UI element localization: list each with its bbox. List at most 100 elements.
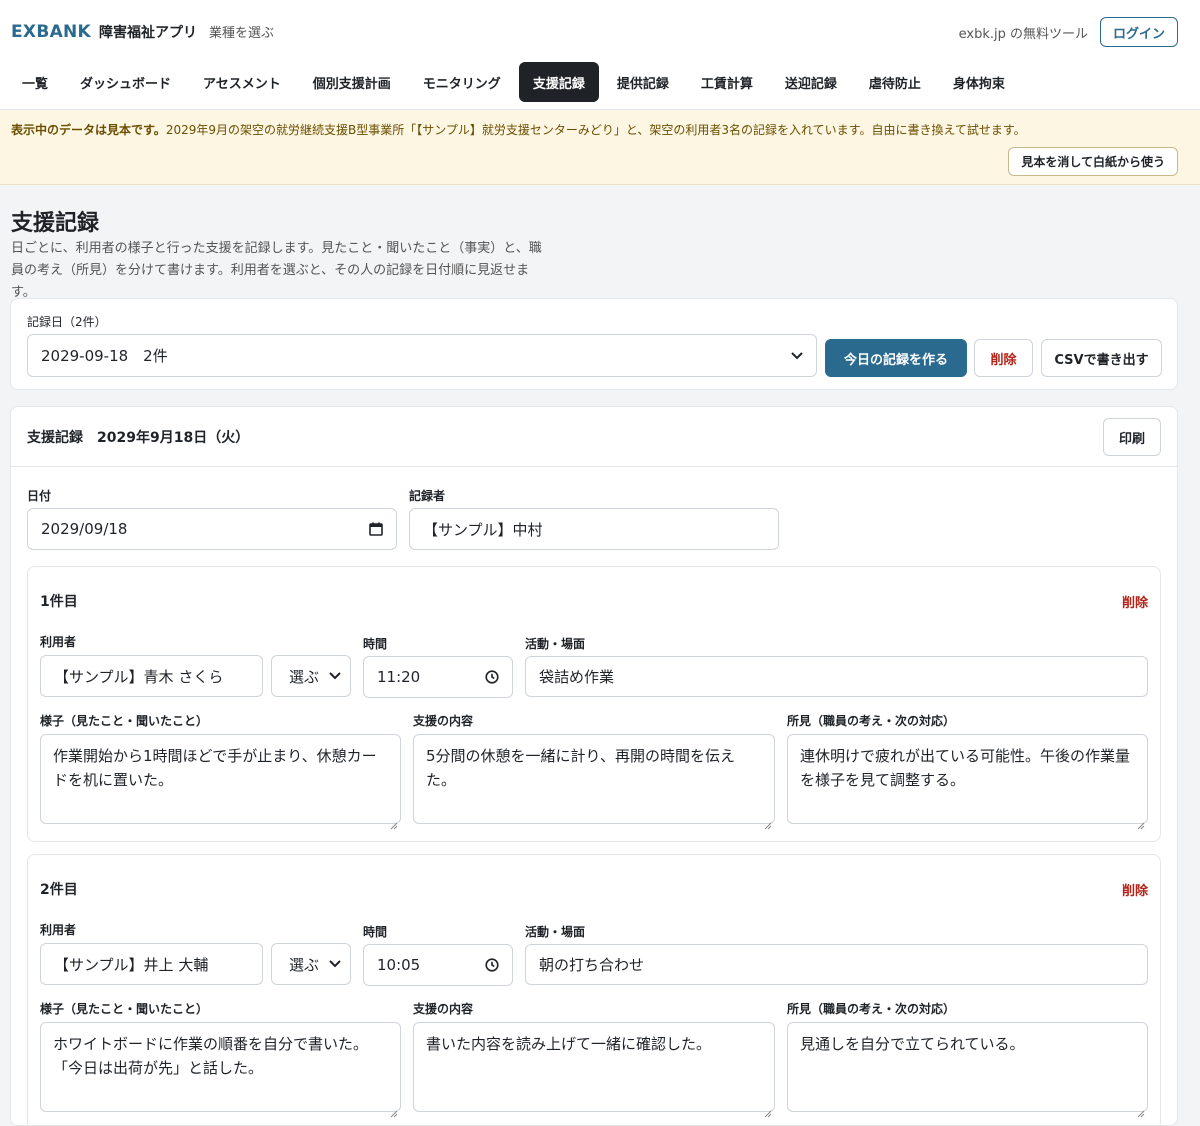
- delete-entry-button[interactable]: 削除: [1122, 880, 1148, 899]
- resize-handle-icon[interactable]: [764, 813, 772, 830]
- state-textarea[interactable]: ホワイトボードに作業の順番を自分で書いた。「今日は出荷が先」と話した。: [40, 1022, 401, 1118]
- user-input[interactable]: 【サンプル】青木 さくら: [40, 655, 263, 697]
- record-entry: 2件目 削除 利用者 【サンプル】井上 大輔 選ぶ 時間 10:05 活動・場面…: [27, 854, 1161, 1125]
- tool-text: exbk.jp の無料ツール: [958, 26, 1088, 42]
- state-text: ホワイトボードに作業の順番を自分で書いた。「今日は出荷が先」と話した。: [53, 1035, 369, 1077]
- resize-handle-icon[interactable]: [390, 813, 398, 830]
- nav-item-7[interactable]: 工賃計算: [687, 62, 767, 102]
- recorder-label: 記録者: [409, 489, 446, 503]
- clear-sample-button[interactable]: 見本を消して白紙から使う: [1008, 147, 1178, 176]
- activity-label: 活動・場面: [525, 637, 586, 651]
- nav-item-8[interactable]: 送迎記録: [771, 62, 851, 102]
- support-textarea[interactable]: 書いた内容を読み上げて一緒に確認した。: [413, 1022, 775, 1118]
- activity-label: 活動・場面: [525, 925, 586, 939]
- choose-user-value: 選ぶ: [289, 955, 320, 974]
- record-date-card: 記録日（2件） 2029-09-18 2件 今日の記録を作る 削除 CSVで書き…: [10, 298, 1178, 390]
- record-date-select-value: 2029-09-18 2件: [41, 347, 168, 365]
- brand-row: EXBANK 障害福祉アプリ 業種を選ぶ: [11, 22, 274, 42]
- opinion-label: 所見（職員の考え・次の対応）: [787, 714, 956, 728]
- opinion-textarea[interactable]: 連休明けで疲れが出ている可能性。午後の作業量を様子を見て調整する。: [787, 734, 1148, 830]
- chevron-down-icon: [791, 351, 803, 360]
- date-input[interactable]: 2029/09/18: [27, 508, 397, 550]
- nav-item-3[interactable]: 個別支援計画: [299, 62, 405, 102]
- choose-user-select[interactable]: 選ぶ: [271, 655, 351, 697]
- support-label: 支援の内容: [413, 714, 474, 728]
- nav-item-2[interactable]: アセスメント: [189, 62, 295, 102]
- page-title: 支援記録: [11, 211, 100, 236]
- support-text: 書いた内容を読み上げて一緒に確認した。: [426, 1035, 712, 1053]
- recorder-input-value: 【サンプル】中村: [423, 520, 543, 539]
- clock-icon[interactable]: [485, 958, 499, 972]
- select-industry-link[interactable]: 業種を選ぶ: [209, 22, 274, 41]
- record-card-title: 支援記録 2029年9月18日（火）: [27, 430, 250, 446]
- resize-handle-icon[interactable]: [390, 1101, 398, 1118]
- nav-item-9[interactable]: 虐待防止: [855, 62, 935, 102]
- support-textarea[interactable]: 5分間の休憩を一緒に計り、再開の時間を伝えた。: [413, 734, 775, 830]
- header-actions: exbk.jp の無料ツール ログイン: [959, 17, 1178, 47]
- time-input-value: 11:20: [377, 668, 421, 686]
- print-button[interactable]: 印刷: [1103, 418, 1161, 456]
- resize-handle-icon[interactable]: [1137, 1101, 1145, 1118]
- entry-heading: 2件目: [40, 882, 78, 898]
- user-input-value: 【サンプル】井上 大輔: [54, 955, 209, 974]
- resize-handle-icon[interactable]: [1137, 813, 1145, 830]
- time-input[interactable]: 11:20: [363, 656, 513, 698]
- opinion-textarea[interactable]: 見通しを自分で立てられている。: [787, 1022, 1148, 1118]
- record-card-header: 支援記録 2029年9月18日（火） 印刷: [11, 407, 1177, 467]
- banner-strong: 表示中のデータは見本です。: [11, 123, 166, 137]
- support-text: 5分間の休憩を一緒に計り、再開の時間を伝えた。: [426, 747, 735, 789]
- activity-input-value: 朝の打ち合わせ: [539, 956, 645, 974]
- nav-item-4[interactable]: モニタリング: [409, 62, 515, 102]
- state-label: 様子（見たこと・聞いたこと）: [40, 714, 209, 728]
- nav-item-6[interactable]: 提供記録: [603, 62, 683, 102]
- user-input[interactable]: 【サンプル】井上 大輔: [40, 943, 263, 985]
- activity-input[interactable]: 朝の打ち合わせ: [525, 944, 1148, 985]
- record-entry: 1件目 削除 利用者 【サンプル】青木 さくら 選ぶ 時間 11:20 活動・場…: [27, 566, 1161, 842]
- app-name: 障害福祉アプリ: [99, 25, 198, 41]
- nav-item-1[interactable]: ダッシュボード: [66, 62, 185, 102]
- date-label: 日付: [27, 489, 52, 503]
- time-label: 時間: [363, 637, 388, 651]
- user-label: 利用者: [40, 923, 77, 937]
- time-input[interactable]: 10:05: [363, 944, 513, 986]
- state-textarea[interactable]: 作業開始から1時間ほどで手が止まり、休憩カードを机に置いた。: [40, 734, 401, 830]
- record-date-label: 記録日（2件）: [27, 315, 107, 329]
- choose-user-select[interactable]: 選ぶ: [271, 943, 351, 985]
- nav-item-5[interactable]: 支援記録: [518, 62, 599, 102]
- entry-heading: 1件目: [40, 594, 78, 610]
- activity-input[interactable]: 袋詰め作業: [525, 656, 1148, 697]
- support-record-card: 支援記録 2029年9月18日（火） 印刷 日付 2029/09/18 記録者 …: [10, 406, 1178, 1126]
- main-nav: 一覧 ダッシュボード アセスメント 個別支援計画 モニタリング 支援記録 提供記録 工賃計算送…: [8, 62, 1019, 102]
- nav-item-10[interactable]: 身体拘束: [939, 62, 1019, 102]
- login-button[interactable]: ログイン: [1099, 17, 1178, 47]
- app-header: EXBANK 障害福祉アプリ 業種を選ぶ exbk.jp の無料ツール ログイン…: [0, 0, 1200, 110]
- time-label: 時間: [363, 925, 388, 939]
- delete-record-button[interactable]: 削除: [974, 339, 1033, 377]
- opinion-text: 見通しを自分で立てられている。: [800, 1035, 1025, 1053]
- banner-body: 2029年9月の架空の就労継続支援B型事業所「【サンプル】就労支援センターみどり…: [165, 123, 1026, 137]
- state-label: 様子（見たこと・聞いたこと）: [40, 1002, 209, 1016]
- clock-icon[interactable]: [485, 670, 499, 684]
- page-description: 日ごとに、利用者の様子と行った支援を記録します。見たこと・聞いたこと（事実）と、…: [11, 241, 542, 300]
- chevron-down-icon: [329, 672, 341, 680]
- record-date-select[interactable]: 2029-09-18 2件: [27, 334, 817, 377]
- sample-data-banner: 表示中のデータは見本です。2029年9月の架空の就労継続支援B型事業所「【サンプ…: [0, 110, 1200, 185]
- activity-input-value: 袋詰め作業: [539, 668, 615, 686]
- banner-text: 表示中のデータは見本です。2029年9月の架空の就労継続支援B型事業所「【サンプ…: [11, 121, 1026, 138]
- create-today-record-button[interactable]: 今日の記録を作る: [825, 339, 967, 377]
- brand-logo[interactable]: EXBANK: [11, 22, 91, 42]
- choose-user-value: 選ぶ: [289, 667, 320, 686]
- time-input-value: 10:05: [377, 956, 421, 974]
- delete-entry-button[interactable]: 削除: [1122, 592, 1148, 611]
- resize-handle-icon[interactable]: [764, 1101, 772, 1118]
- export-csv-button[interactable]: CSVで書き出す: [1041, 339, 1162, 377]
- state-text: 作業開始から1時間ほどで手が止まり、休憩カードを机に置いた。: [53, 747, 377, 789]
- calendar-icon[interactable]: [369, 522, 383, 536]
- user-input-value: 【サンプル】青木 さくら: [54, 667, 224, 686]
- support-label: 支援の内容: [413, 1002, 474, 1016]
- user-label: 利用者: [40, 635, 77, 649]
- opinion-label: 所見（職員の考え・次の対応）: [787, 1002, 956, 1016]
- recorder-input[interactable]: 【サンプル】中村: [409, 508, 779, 550]
- nav-item-0[interactable]: 一覧: [8, 62, 62, 102]
- chevron-down-icon: [329, 960, 341, 968]
